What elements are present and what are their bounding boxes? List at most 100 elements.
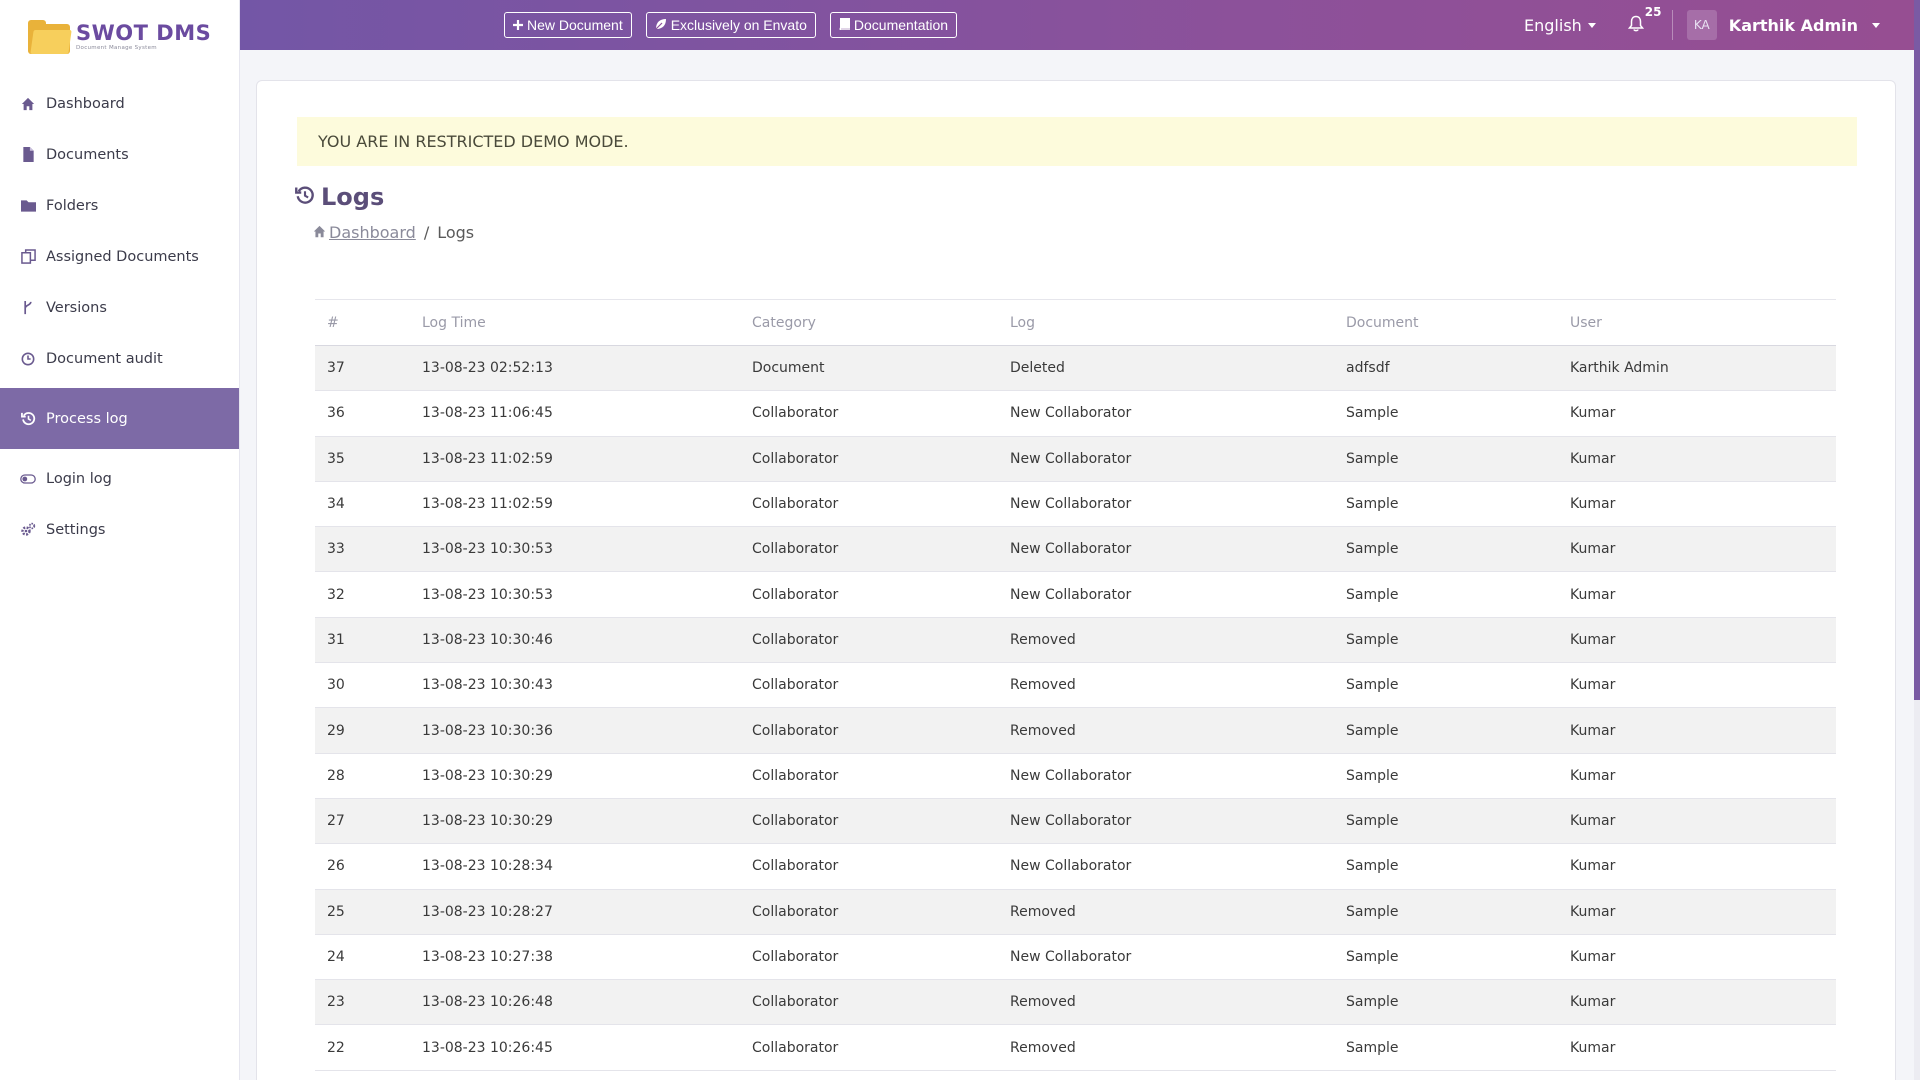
sidebar-item-label: Assigned Documents (46, 248, 199, 265)
cell-log-time: 13-08-23 10:30:36 (410, 707, 740, 754)
cell-log-time: 13-08-23 10:30:29 (410, 798, 740, 845)
history-icon (20, 411, 36, 427)
cell-user: Kumar (1558, 707, 1836, 754)
notifications-button[interactable]: 25 (1627, 5, 1662, 36)
sidebar-item-label: Folders (46, 197, 99, 214)
cogs-icon (20, 522, 36, 538)
page-title: Logs (295, 183, 384, 211)
sidebar-item-settings[interactable]: Settings (0, 504, 239, 555)
sidebar-item-label: Process log (46, 410, 128, 427)
cell-user: Kumar (1558, 436, 1836, 482)
cell-log: New Collaborator (998, 934, 1334, 981)
sidebar-item-dashboard[interactable]: Dashboard (0, 78, 239, 129)
cell-number: 35 (315, 436, 410, 482)
leaf-icon (655, 17, 667, 33)
cell-document: Sample (1334, 843, 1558, 890)
cell-user: Karthik Admin (1558, 345, 1836, 392)
cell-user: Kumar (1558, 798, 1836, 845)
cell-log: Deleted (998, 345, 1334, 392)
cell-log: Removed (998, 1024, 1334, 1071)
user-menu[interactable]: Karthik Admin (1729, 16, 1880, 35)
app-logo[interactable]: SWOT DMS Document Manage System (0, 0, 239, 74)
table-row: 26 13-08-23 10:28:34 Collaborator New Colla… (315, 843, 1836, 890)
cell-log: New Collaborator (998, 526, 1334, 573)
cell-log: New Collaborator (998, 436, 1334, 482)
column-header-log[interactable]: Log (998, 299, 1334, 346)
cell-category: Collaborator (740, 662, 998, 709)
cell-document: Sample (1334, 481, 1558, 528)
table-row: 24 13-08-23 10:27:38 Collaborator New Colla… (315, 934, 1836, 981)
cell-category: Collaborator (740, 843, 998, 890)
cell-log: New Collaborator (998, 390, 1334, 437)
avatar[interactable]: KA (1686, 10, 1717, 40)
cell-user: Kumar (1558, 979, 1836, 1026)
sidebar-item-versions[interactable]: Versions (0, 282, 239, 333)
cell-log-time: 13-08-23 11:06:45 (410, 390, 740, 437)
bell-icon (1627, 15, 1644, 36)
cell-category: Collaborator (740, 1024, 998, 1071)
cell-document: adfsdf (1334, 345, 1558, 392)
table-row: 27 13-08-23 10:30:29 Collaborator New Colla… (315, 798, 1836, 845)
cell-log-time: 13-08-23 11:02:59 (410, 436, 740, 482)
table-row: 25 13-08-23 10:28:27 Collaborator Removed Sa… (315, 889, 1836, 935)
sidebar-item-document-audit[interactable]: Document audit (0, 333, 239, 384)
cell-document: Sample (1334, 707, 1558, 754)
column-header-document[interactable]: Document (1334, 299, 1558, 346)
top-navbar: New Document Exclusively on Envato Docum… (240, 0, 1914, 50)
cell-user: Kumar (1558, 1024, 1836, 1071)
scrollbar-thumb[interactable] (1914, 0, 1920, 700)
book-icon (839, 17, 851, 33)
column-header-user[interactable]: User (1558, 299, 1836, 346)
cell-number: 28 (315, 753, 410, 799)
cell-log: Removed (998, 662, 1334, 709)
sidebar-item-process-log[interactable]: Process log (0, 388, 239, 449)
cell-user: Kumar (1558, 390, 1836, 437)
cell-user: Kumar (1558, 571, 1836, 618)
cell-log-time: 13-08-23 10:28:27 (410, 889, 740, 935)
demo-mode-alert: YOU ARE IN RESTRICTED DEMO MODE. (297, 117, 1857, 166)
cell-log: Removed (998, 617, 1334, 664)
cell-log-time: 13-08-23 10:30:29 (410, 753, 740, 799)
cell-number: 30 (315, 662, 410, 709)
cell-category: Collaborator (740, 707, 998, 754)
table-row: 22 13-08-23 10:26:45 Collaborator Removed Sa… (315, 1024, 1836, 1071)
column-header-category[interactable]: Category (740, 299, 998, 346)
documentation-label: Documentation (853, 17, 949, 33)
column-header-log-time[interactable]: Log Time (410, 299, 740, 346)
user-name: Karthik Admin (1728, 15, 1858, 35)
sidebar-item-folders[interactable]: Folders (0, 180, 239, 231)
file-icon (20, 147, 36, 163)
sidebar-item-label: Document audit (46, 350, 163, 367)
cell-log-time: 13-08-23 11:02:59 (410, 481, 740, 528)
language-label: English (1524, 15, 1582, 35)
column-header-number[interactable]: # (315, 299, 410, 346)
cell-number: 37 (315, 345, 410, 392)
cell-log: Removed (998, 707, 1334, 754)
cell-category: Collaborator (740, 390, 998, 437)
cell-log: New Collaborator (998, 753, 1334, 799)
cell-user: Kumar (1558, 934, 1836, 981)
table-header-row: # Log Time Category Log Document User (315, 299, 1836, 346)
cell-category: Collaborator (740, 979, 998, 1026)
page-title-text: Logs (321, 183, 385, 211)
cell-document: Sample (1334, 571, 1558, 618)
copy-icon (20, 249, 36, 265)
breadcrumb-current: Logs (437, 223, 475, 242)
sidebar-item-assigned-documents[interactable]: Assigned Documents (0, 231, 239, 282)
logs-table-body: 37 13-08-23 02:52:13 Document Deleted adfsdf… (315, 345, 1836, 1071)
breadcrumb-dashboard-link[interactable]: Dashboard (313, 223, 416, 242)
cell-category: Collaborator (740, 571, 998, 618)
new-document-button[interactable]: New Document (504, 12, 632, 38)
cell-log-time: 13-08-23 10:30:43 (410, 662, 740, 709)
cell-document: Sample (1334, 889, 1558, 935)
logo-subtitle: Document Manage System (76, 44, 157, 51)
sidebar-item-documents[interactable]: Documents (0, 129, 239, 180)
envato-button[interactable]: Exclusively on Envato (645, 12, 816, 38)
documentation-button[interactable]: Documentation (829, 12, 958, 38)
language-dropdown[interactable]: English (1524, 16, 1596, 35)
page-scrollbar[interactable] (1914, 0, 1920, 1080)
sidebar-item-login-log[interactable]: Login log (0, 453, 239, 504)
table-row: 35 13-08-23 11:02:59 Collaborator New Colla… (315, 436, 1836, 482)
cell-user: Kumar (1558, 843, 1836, 890)
table-row: 32 13-08-23 10:30:53 Collaborator New Colla… (315, 571, 1836, 618)
